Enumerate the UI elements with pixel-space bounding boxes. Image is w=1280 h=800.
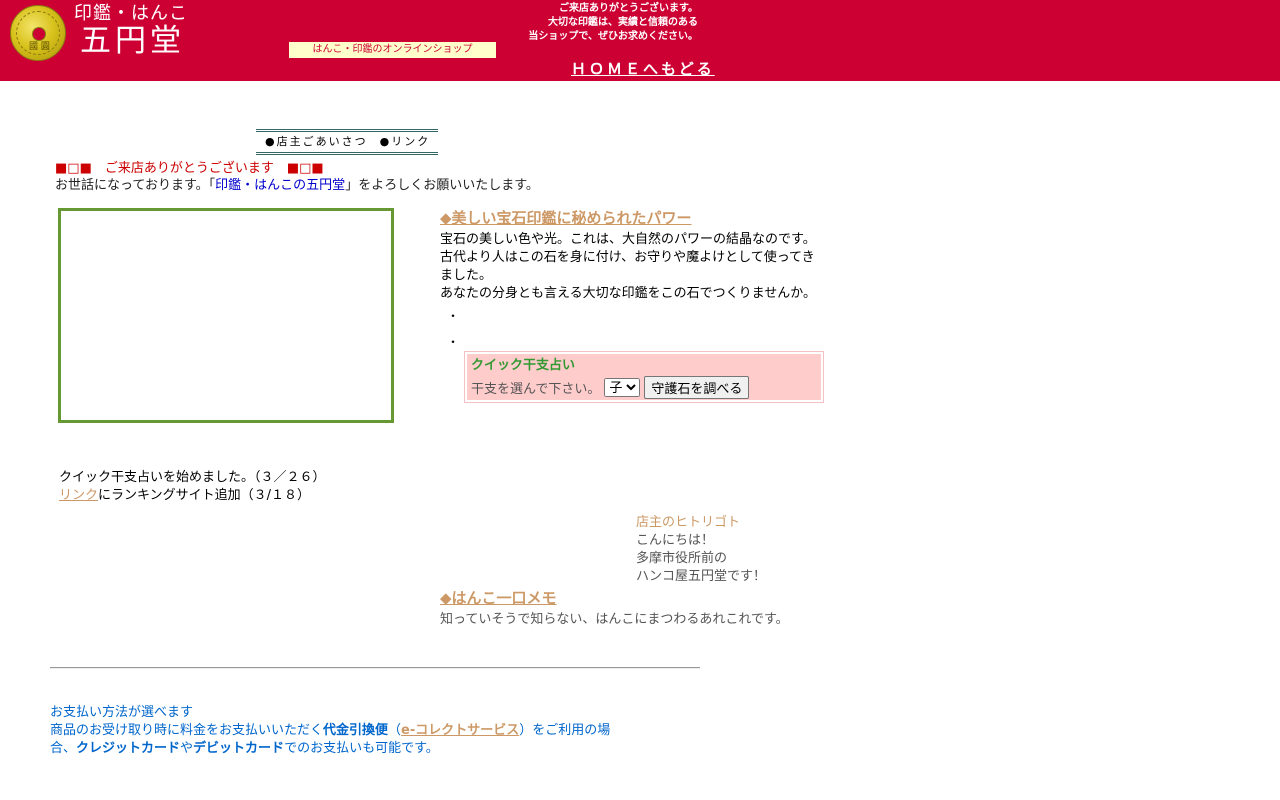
news-item-text: にランキングサイト追加（３/１８） <box>98 488 311 503</box>
ecollect-link[interactable]: e-コレクトサービス <box>401 723 519 738</box>
owner-monologue-line: 多摩市役所前の <box>636 551 728 566</box>
shop-name: 印鑑・はんこの五円堂 <box>215 178 346 193</box>
cod-label: 代金引換便 <box>323 723 389 738</box>
greeting-line: 大切な印鑑は、実績と信頼のある <box>548 17 698 28</box>
memo-section-body: 知っていそうで知らない、はんこにまつわるあれこれです。 <box>440 612 789 627</box>
site-header: 國 圓 印鑑・はんこ 五円堂 はんこ・印鑑のオンラインショップ ご来店ありがとう… <box>0 0 1280 81</box>
owner-monologue-line: ハンコ屋五円堂です！ <box>636 569 767 584</box>
bullet: ・ <box>447 335 460 349</box>
payment-heading: お支払い方法が選べます <box>50 705 194 720</box>
debit-card-label: デビットカード <box>193 741 285 756</box>
coin-text: 國 圓 <box>29 42 50 52</box>
welcome-text-before: お世話になっております。「 <box>55 178 216 193</box>
news-item: クイック干支占いを始めました。（３／２６） <box>59 470 326 485</box>
greeting-line: 当ショップで、ぜひお求めください。 <box>528 31 698 42</box>
owner-monologue: 店主のヒトリゴト こんにちは！ 多摩市役所前の ハンコ屋五円堂です！ <box>636 514 766 586</box>
memo-section-title-link[interactable]: ◆はんこ一口メモ <box>440 588 557 608</box>
gem-section-body: 宝石の美しい色や光。これは、大自然のパワーの結晶なのです。古代より人はこの石を身… <box>440 232 816 301</box>
header-greeting: ご来店ありがとうございます。 大切な印鑑は、実績と信頼のある 当ショップで、ぜひ… <box>500 2 698 44</box>
nav-bar: ●店主ごあいさつ ●リンク <box>256 129 438 155</box>
quick-fortune-box: クイック干支占い 干支を選んで下さい。 子 守護石を調べる <box>464 351 824 403</box>
payment-text-part: （ <box>388 723 402 738</box>
divider <box>50 667 700 669</box>
nav-item-greeting[interactable]: ●店主ごあいさつ <box>265 135 368 148</box>
tagline-banner: はんこ・印鑑のオンラインショップ <box>289 42 496 58</box>
owner-monologue-title[interactable]: 店主のヒトリゴト <box>636 514 766 532</box>
find-guardian-stone-button[interactable]: 守護石を調べる <box>644 376 750 399</box>
payment-text-part: 商品のお受け取り時に料金をお支払いいただく <box>50 723 324 738</box>
five-yen-coin-logo[interactable]: 國 圓 <box>10 5 66 61</box>
news-list: クイック干支占いを始めました。（３／２６） リンクにランキングサイト追加（３/１… <box>59 469 326 505</box>
credit-card-label: クレジットカード <box>76 741 181 756</box>
quick-fortune-title: クイック干支占い <box>471 358 576 373</box>
payment-info: お支払い方法が選べます 商品のお受け取り時に料金をお支払いいただく代金引換便（e… <box>50 704 620 758</box>
welcome-text-after: 」をよろしくお願いいたします。 <box>345 178 539 193</box>
news-link-links[interactable]: リンク <box>59 488 98 503</box>
payment-text-part: や <box>180 741 194 756</box>
home-link[interactable]: ＨＯＭＥへもどる <box>571 59 715 79</box>
gem-image-frame[interactable] <box>58 208 394 423</box>
coin-hole <box>32 27 46 41</box>
welcome-banner: ■□■ ご来店ありがとうございます ■□■ <box>55 161 324 176</box>
greeting-line: ご来店ありがとうございます。 <box>559 3 698 14</box>
quick-fortune-prompt: 干支を選んで下さい。 <box>471 382 601 397</box>
nav-item-links[interactable]: ●リンク <box>380 135 431 148</box>
logo-title[interactable]: 五円堂 <box>80 22 185 60</box>
zodiac-select[interactable]: 子 <box>604 378 641 397</box>
bullet: ・ <box>447 309 460 323</box>
payment-text: 商品のお受け取り時に料金をお支払いいただく代金引換便（e-コレクトサービス）をご… <box>50 722 620 758</box>
welcome-message: お世話になっております。「印鑑・はんこの五円堂」をよろしくお願いいたします。 <box>55 177 539 194</box>
owner-monologue-line: こんにちは！ <box>636 533 715 548</box>
news-item: リンクにランキングサイト追加（３/１８） <box>59 487 326 505</box>
payment-text-part: でのお支払いも可能です。 <box>284 741 439 756</box>
gem-section-title-link[interactable]: ◆美しい宝石印鑑に秘められたパワー <box>440 208 692 228</box>
